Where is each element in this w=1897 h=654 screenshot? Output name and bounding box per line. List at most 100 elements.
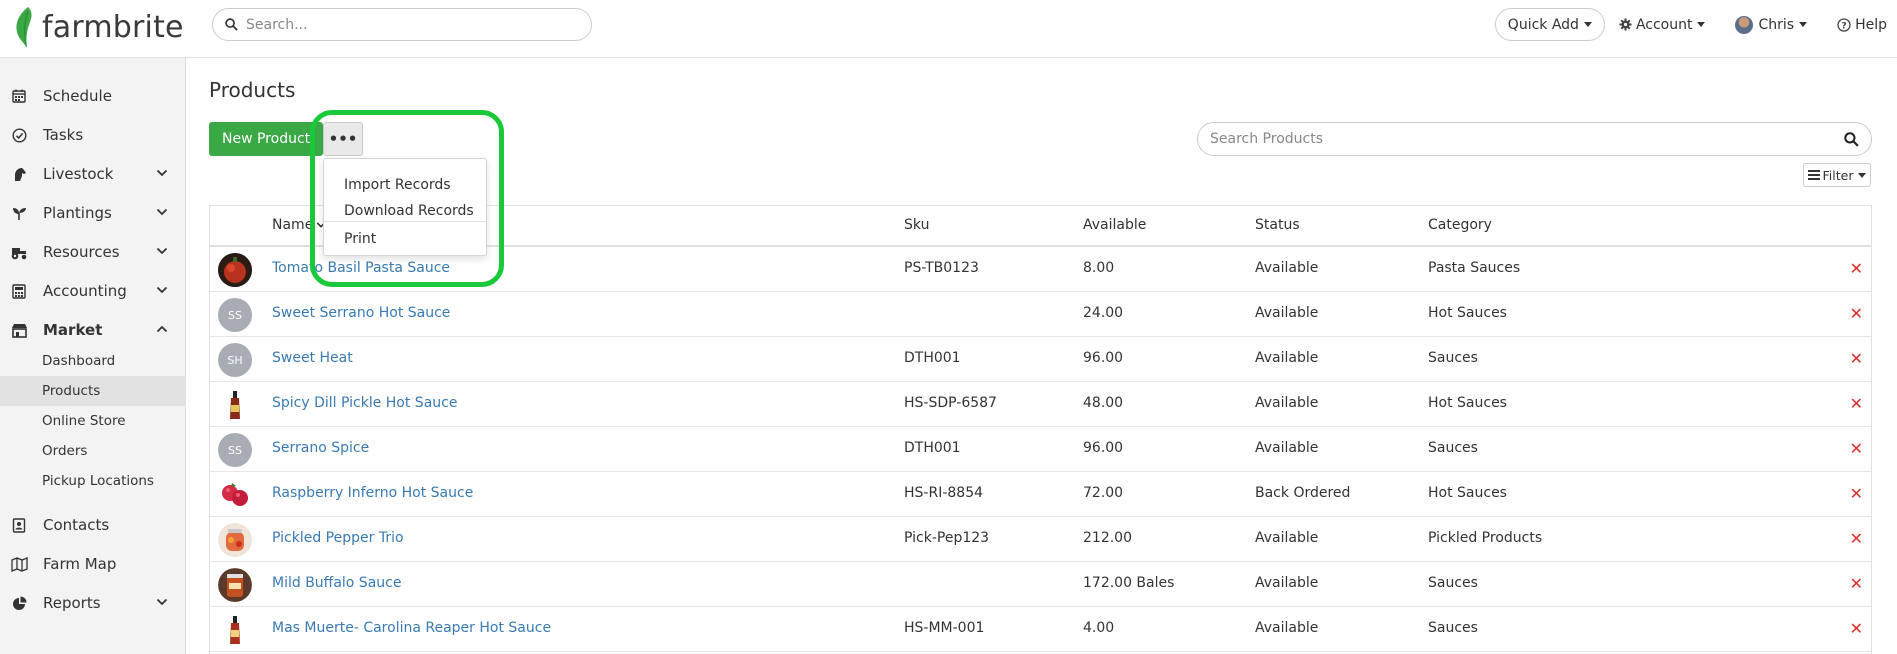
user-avatar: [1735, 15, 1754, 34]
sidebar-item-label: Reports: [43, 594, 101, 612]
product-name-link[interactable]: Sweet Serrano Hot Sauce: [272, 305, 450, 321]
product-search-input[interactable]: [1210, 131, 1820, 147]
table-row[interactable]: SS Sweet Serrano Hot Sauce 24.00 Availab…: [210, 292, 1871, 337]
sidebar-item-farm-map[interactable]: Farm Map: [0, 546, 186, 582]
product-initials-avatar: SS: [218, 298, 252, 332]
product-available: 96.00: [1083, 350, 1124, 366]
product-name-link[interactable]: Pickled Pepper Trio: [272, 530, 404, 546]
product-available: 48.00: [1083, 395, 1124, 411]
product-sku: PS-TB0123: [904, 260, 979, 276]
table-row[interactable]: SS Serrano Spice DTH001 96.00 Available …: [210, 427, 1871, 472]
product-name-link[interactable]: Mas Muerte- Carolina Reaper Hot Sauce: [272, 620, 551, 636]
table-row[interactable]: Mild Buffalo Sauce 172.00 Bales Availabl…: [210, 562, 1871, 607]
sidebar-subitem-label: Products: [42, 383, 101, 399]
sidebar-item-label: Plantings: [43, 204, 112, 222]
column-header-name[interactable]: Name: [272, 217, 326, 233]
product-sku: HS-MM-001: [904, 620, 985, 636]
farmbrite-logo[interactable]: farmbrite: [14, 4, 184, 50]
column-header-available[interactable]: Available: [1083, 217, 1146, 233]
delete-icon[interactable]: ✕: [1850, 574, 1863, 593]
help-link[interactable]: ? Help: [1837, 17, 1887, 33]
menu-divider: [324, 221, 486, 222]
table-row[interactable]: SH Sweet Heat DTH001 96.00 Available Sau…: [210, 337, 1871, 382]
sidebar-item-resources[interactable]: Resources: [0, 234, 186, 270]
print-menu-item[interactable]: Print: [344, 231, 376, 247]
new-product-button[interactable]: New Product: [209, 122, 324, 156]
question-circle-icon: ?: [1837, 17, 1851, 32]
address-book-icon: [10, 517, 28, 533]
top-bar: farmbrite Quick Add Account Chris ? Help: [0, 0, 1897, 58]
account-menu[interactable]: Account: [1619, 17, 1706, 33]
sidebar-item-tasks[interactable]: Tasks: [0, 117, 186, 153]
sidebar-subitem-online-store[interactable]: Online Store: [0, 406, 186, 436]
delete-icon[interactable]: ✕: [1850, 349, 1863, 368]
table-row[interactable]: Mas Muerte- Carolina Reaper Hot Sauce HS…: [210, 607, 1871, 652]
delete-icon[interactable]: ✕: [1850, 259, 1863, 278]
column-header-sku[interactable]: Sku: [904, 217, 929, 233]
quick-add-button[interactable]: Quick Add: [1494, 8, 1605, 41]
product-search[interactable]: [1197, 122, 1872, 156]
filter-button[interactable]: Filter: [1803, 163, 1871, 187]
column-header-category[interactable]: Category: [1428, 217, 1492, 233]
product-available: 72.00: [1083, 485, 1124, 501]
product-category: Sauces: [1428, 575, 1478, 591]
product-thumbnail-hot-sauce-bottle: [218, 388, 252, 422]
delete-icon[interactable]: ✕: [1850, 484, 1863, 503]
global-search[interactable]: [212, 8, 592, 41]
sidebar-item-contacts[interactable]: Contacts: [0, 507, 186, 543]
chevron-down-icon: [156, 247, 168, 255]
more-actions-button[interactable]: •••: [323, 122, 363, 156]
product-category: Sauces: [1428, 350, 1478, 366]
product-name-link[interactable]: Serrano Spice: [272, 440, 369, 456]
product-initials-avatar: SH: [218, 343, 252, 377]
sidebar-item-plantings[interactable]: Plantings: [0, 195, 186, 231]
import-records-menu-item[interactable]: Import Records: [344, 177, 451, 193]
caret-down-icon: [1583, 22, 1592, 27]
search-icon[interactable]: [1844, 132, 1859, 147]
delete-icon[interactable]: ✕: [1850, 439, 1863, 458]
sidebar-subitem-dashboard[interactable]: Dashboard: [0, 346, 186, 376]
delete-icon[interactable]: ✕: [1850, 529, 1863, 548]
product-category: Sauces: [1428, 620, 1478, 636]
product-name-link[interactable]: Sweet Heat: [272, 350, 353, 366]
sidebar-item-reports[interactable]: Reports: [0, 585, 186, 621]
more-actions-menu: Import Records Download Records Print: [323, 158, 487, 256]
sidebar-item-livestock[interactable]: Livestock: [0, 156, 186, 192]
chevron-up-icon: [156, 325, 168, 333]
product-status: Available: [1255, 530, 1319, 546]
table-row[interactable]: Pickled Pepper Trio Pick-Pep123 212.00 A…: [210, 517, 1871, 562]
product-sku: DTH001: [904, 440, 961, 456]
list-icon: [1807, 170, 1820, 180]
user-menu[interactable]: Chris: [1735, 15, 1808, 34]
product-name-link[interactable]: Raspberry Inferno Hot Sauce: [272, 485, 473, 501]
product-name-link[interactable]: Spicy Dill Pickle Hot Sauce: [272, 395, 457, 411]
delete-icon[interactable]: ✕: [1850, 394, 1863, 413]
product-name-link[interactable]: Mild Buffalo Sauce: [272, 575, 401, 591]
seedling-icon: [10, 206, 28, 221]
column-header-status[interactable]: Status: [1255, 217, 1300, 233]
table-row[interactable]: Spicy Dill Pickle Hot Sauce HS-SDP-6587 …: [210, 382, 1871, 427]
product-status: Available: [1255, 305, 1319, 321]
sidebar-subitem-pickup-locations[interactable]: Pickup Locations: [0, 466, 186, 496]
sidebar-subitem-orders[interactable]: Orders: [0, 436, 186, 466]
horse-icon: [10, 167, 28, 182]
product-name-link[interactable]: Tomato Basil Pasta Sauce: [272, 260, 450, 276]
product-category: Pickled Products: [1428, 530, 1543, 546]
table-row[interactable]: Raspberry Inferno Hot Sauce HS-RI-8854 7…: [210, 472, 1871, 517]
delete-icon[interactable]: ✕: [1850, 619, 1863, 638]
sidebar-item-schedule[interactable]: Schedule: [0, 78, 186, 114]
caret-down-icon: [1799, 22, 1808, 27]
sidebar-item-accounting[interactable]: Accounting: [0, 273, 186, 309]
product-available: 172.00 Bales: [1083, 575, 1175, 591]
pie-chart-icon: [10, 596, 28, 611]
sidebar-item-market[interactable]: Market: [0, 312, 186, 348]
global-search-input[interactable]: [246, 16, 566, 33]
delete-icon[interactable]: ✕: [1850, 304, 1863, 323]
product-category: Hot Sauces: [1428, 305, 1507, 321]
caret-down-icon: [1858, 172, 1867, 178]
caret-down-icon: [1697, 22, 1706, 27]
sidebar-subitem-products[interactable]: Products: [0, 376, 186, 406]
download-records-menu-item[interactable]: Download Records: [344, 203, 474, 219]
product-sku: Pick-Pep123: [904, 530, 990, 546]
product-available: 96.00: [1083, 440, 1124, 456]
